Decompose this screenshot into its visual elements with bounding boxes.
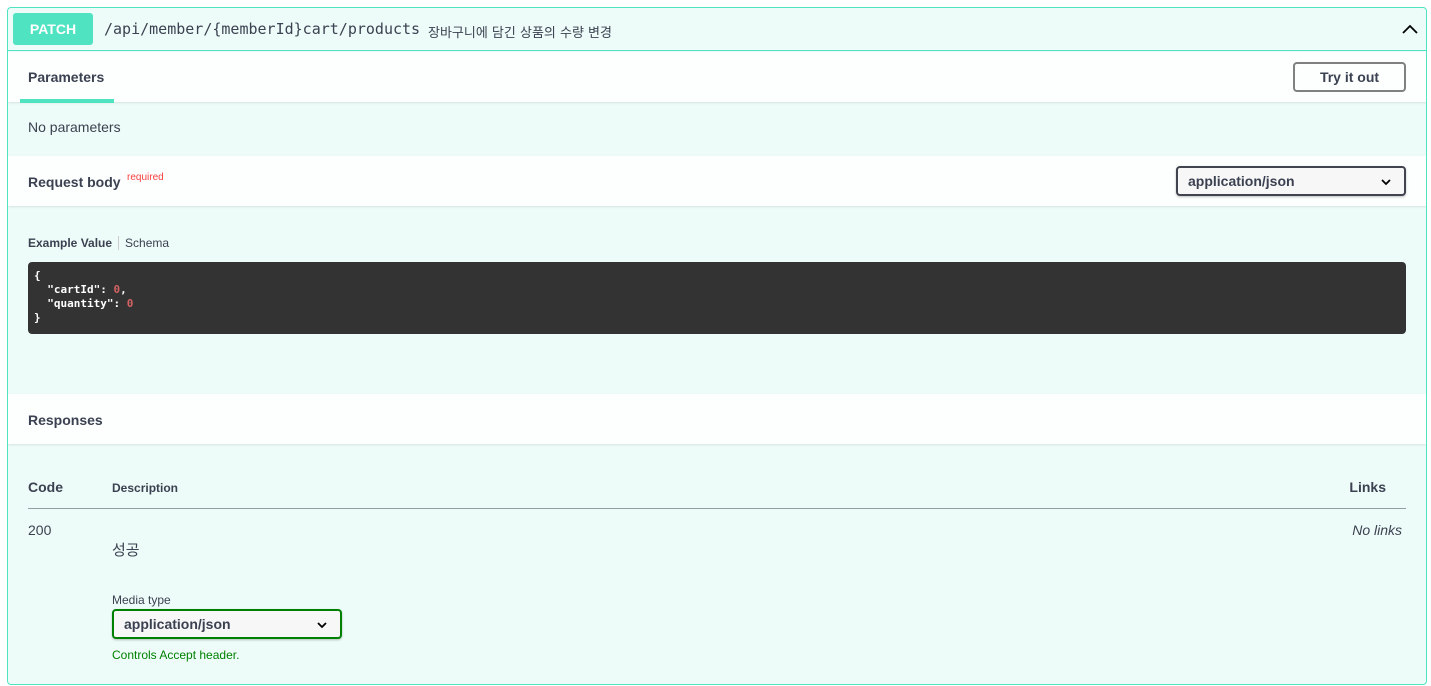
column-description: Description bbox=[112, 481, 179, 495]
tab-parameters-label: Parameters bbox=[28, 69, 105, 85]
try-it-out-button[interactable]: Try it out bbox=[1293, 62, 1406, 92]
table-divider bbox=[28, 508, 1406, 509]
tab-example-value[interactable]: Example Value bbox=[28, 236, 120, 250]
json-value-quantity: 0 bbox=[126, 297, 134, 310]
method-badge: PATCH bbox=[13, 13, 93, 45]
json-open-brace: { bbox=[34, 269, 41, 282]
example-tabs: Example Value Schema bbox=[28, 236, 169, 250]
response-description: 성공 bbox=[112, 541, 140, 559]
required-label: required bbox=[127, 172, 164, 183]
json-close-brace: } bbox=[34, 311, 41, 324]
no-parameters-text: No parameters bbox=[28, 119, 121, 135]
operation-block: PATCH /api/member/{memberId}cart/product… bbox=[7, 7, 1427, 685]
media-type-label: Media type bbox=[112, 593, 171, 607]
parameters-header: Parameters Try it out bbox=[8, 52, 1426, 103]
response-code: 200 bbox=[28, 522, 52, 538]
request-body-title: Request body bbox=[28, 174, 121, 190]
responses-title: Responses bbox=[28, 412, 103, 428]
media-type-value: application/json bbox=[124, 616, 231, 632]
example-code-block: { "cartId": 0, "quantity": 0 } bbox=[28, 262, 1406, 334]
media-type-select[interactable]: application/json bbox=[112, 609, 342, 639]
tab-parameters[interactable]: Parameters bbox=[20, 52, 114, 103]
json-key-quantity: "quantity" bbox=[47, 297, 114, 310]
responses-header bbox=[8, 394, 1426, 444]
column-links: Links bbox=[1349, 479, 1386, 495]
json-key-cartid: "cartId" bbox=[47, 283, 101, 296]
operation-summary[interactable]: PATCH /api/member/{memberId}cart/product… bbox=[8, 8, 1426, 51]
response-links: No links bbox=[1352, 522, 1402, 538]
json-comma: , bbox=[120, 283, 127, 296]
content-type-select[interactable]: application/json bbox=[1176, 166, 1406, 196]
operation-description: 장바구니에 담긴 상품의 수량 변경 bbox=[428, 26, 612, 41]
controls-accept-note: Controls Accept header. bbox=[112, 648, 240, 662]
column-code: Code bbox=[28, 479, 63, 495]
tab-schema[interactable]: Schema bbox=[119, 236, 169, 250]
endpoint-path: /api/member/{memberId}cart/products bbox=[104, 20, 421, 38]
chevron-down-icon bbox=[1381, 179, 1391, 186]
content-type-value: application/json bbox=[1188, 173, 1295, 189]
chevron-up-icon[interactable] bbox=[1400, 19, 1420, 39]
chevron-down-icon bbox=[317, 622, 327, 629]
